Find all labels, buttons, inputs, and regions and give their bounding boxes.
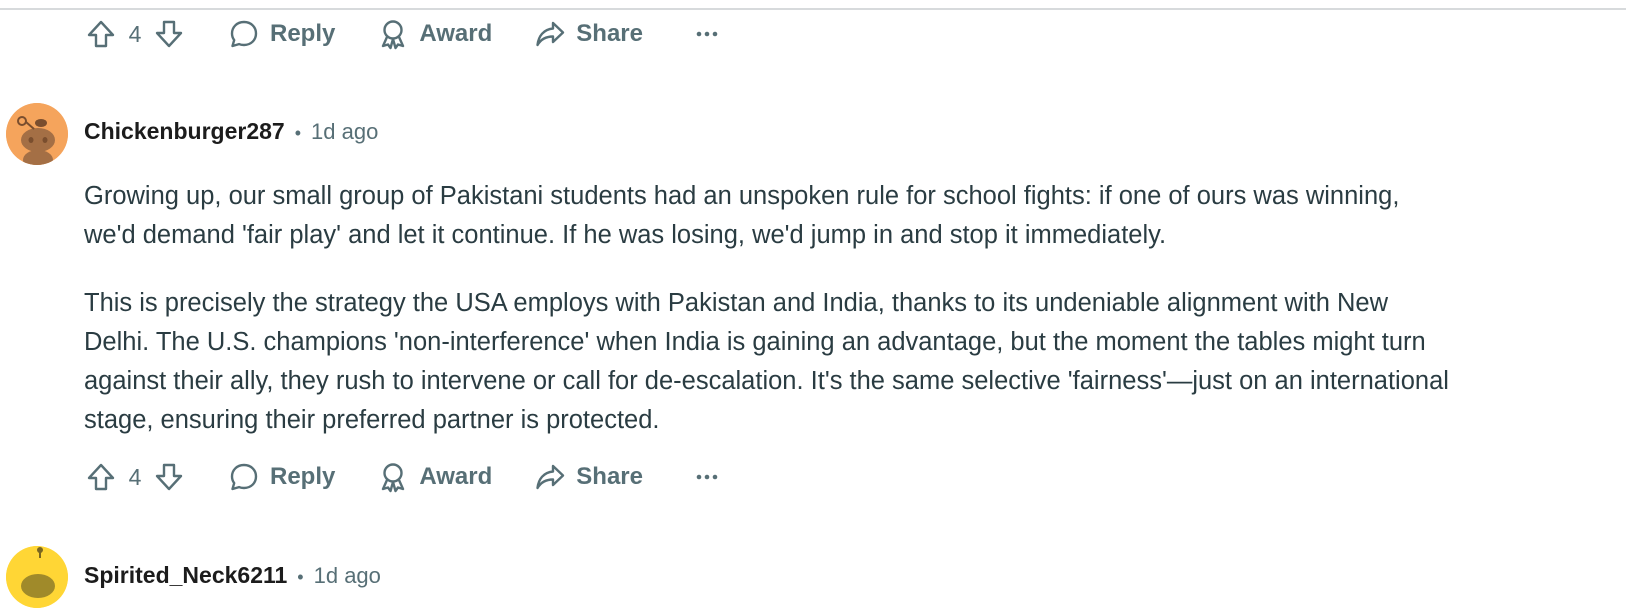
reply-label: Reply xyxy=(270,20,336,47)
share-label: Share xyxy=(576,20,643,47)
ellipsis-icon xyxy=(696,31,718,37)
ellipsis-icon xyxy=(696,474,718,480)
meta-separator: • xyxy=(297,567,304,587)
share-arrow-icon xyxy=(536,21,565,47)
comment-action-bar: 4 Reply Award Share xyxy=(84,14,719,54)
reply-label: Reply xyxy=(270,463,336,490)
award-icon xyxy=(382,20,405,50)
share-button[interactable]: Share xyxy=(534,18,643,50)
comment-bubble-icon xyxy=(230,463,258,491)
share-arrow-icon xyxy=(536,464,565,490)
vote-controls: 4 xyxy=(84,17,186,51)
comment-author[interactable]: Chickenburger287 xyxy=(84,118,285,145)
top-divider xyxy=(0,8,1626,10)
comment-timestamp[interactable]: 1d ago xyxy=(314,563,381,589)
vote-count: 4 xyxy=(128,463,142,490)
comment-timestamp[interactable]: 1d ago xyxy=(311,119,378,145)
award-label: Award xyxy=(419,463,493,490)
comment-body: Growing up, our small group of Pakistani… xyxy=(84,177,1454,469)
more-options-button[interactable] xyxy=(695,460,719,494)
reply-button[interactable]: Reply xyxy=(228,461,335,493)
vote-count: 4 xyxy=(128,20,142,47)
downvote-icon[interactable] xyxy=(152,17,186,51)
comment-meta: Spirited_Neck6211 • 1d ago xyxy=(84,562,381,589)
comment-action-bar: 4 Reply Award Share xyxy=(84,457,719,497)
downvote-icon[interactable] xyxy=(152,460,186,494)
share-label: Share xyxy=(576,463,643,490)
comment-bubble-icon xyxy=(230,20,258,48)
reply-button[interactable]: Reply xyxy=(228,18,335,50)
comment-author[interactable]: Spirited_Neck6211 xyxy=(84,562,287,589)
snoo-avatar-icon xyxy=(6,546,68,608)
more-options-button[interactable] xyxy=(695,17,719,51)
award-icon xyxy=(382,463,405,493)
comment-paragraph: This is precisely the strategy the USA e… xyxy=(84,289,1449,434)
snoo-avatar-icon xyxy=(6,103,68,165)
meta-separator: • xyxy=(294,123,302,143)
award-button[interactable]: Award xyxy=(377,18,492,50)
upvote-icon[interactable] xyxy=(84,460,118,494)
comment-meta: Chickenburger287 • 1d ago xyxy=(84,118,378,145)
avatar[interactable] xyxy=(6,546,68,608)
share-button[interactable]: Share xyxy=(534,461,643,493)
comment-paragraph: Growing up, our small group of Pakistani… xyxy=(84,182,1400,249)
avatar[interactable] xyxy=(6,103,68,165)
vote-controls: 4 xyxy=(84,460,186,494)
award-button[interactable]: Award xyxy=(377,461,492,493)
award-label: Award xyxy=(419,20,493,47)
upvote-icon[interactable] xyxy=(84,17,118,51)
